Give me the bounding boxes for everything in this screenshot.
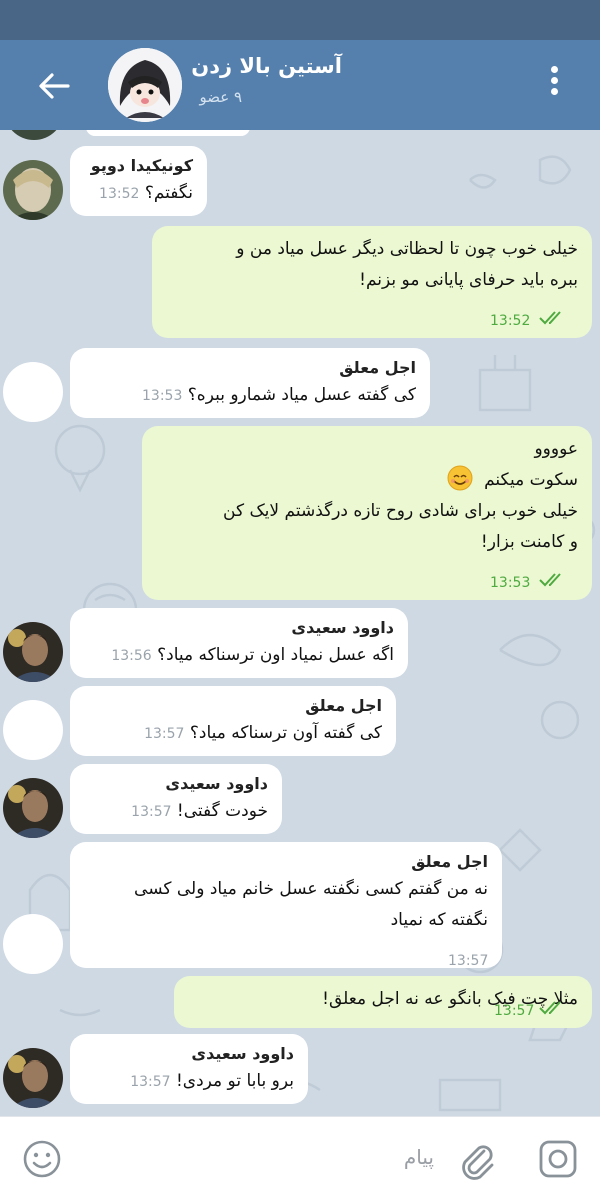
message-list[interactable]: کونیکیدا دوپو نگفتم؟ 13:52 خیلی خوب چون … — [0, 130, 600, 1116]
group-title[interactable]: آستین بالا زدن — [191, 54, 342, 78]
sender-name: اجل معلق — [339, 358, 416, 377]
message-time: 13:52 — [490, 313, 531, 329]
message-time: 13:53 — [142, 388, 183, 404]
message-text-line2: ببره باید حرفای پایانی مو بزنم! — [359, 270, 578, 290]
message-time: 13:57 — [448, 953, 489, 969]
sender-name: کونیکیدا دوپو — [90, 156, 193, 175]
message-bubble[interactable]: اجل معلق کی گفته آون ترسناکه میاد؟ 13:57 — [70, 686, 396, 756]
message-text: خودت گفتی! — [176, 801, 268, 821]
avatar-kunikida[interactable] — [3, 160, 63, 220]
message-text: خیلی خوب چون تا لحظاتی دیگر عسل میاد من … — [236, 239, 578, 259]
back-button[interactable] — [34, 66, 74, 106]
message-time: 13:52 — [99, 186, 140, 202]
message-time: 13:57 — [144, 726, 185, 742]
message-bubble-partial — [86, 130, 250, 136]
message-bubble[interactable]: داوود سعیدی خودت گفتی! 13:57 — [70, 764, 282, 834]
more-vert-icon — [550, 66, 558, 73]
message-line-3: خیلی خوب برای شادی روح تازه درگذشتم لایک… — [223, 501, 578, 521]
group-avatar[interactable] — [108, 48, 182, 122]
emoji-icon — [23, 1140, 61, 1178]
sender-name: داوود سعیدی — [191, 1044, 294, 1063]
camera-icon — [539, 1140, 577, 1178]
message-bubble[interactable]: اجل معلق نه من گفتم کسی نگفته عسل خانم م… — [70, 842, 502, 969]
message-text: برو بابا تو مردی! — [175, 1071, 294, 1091]
message-input[interactable]: پیام — [404, 1145, 434, 1169]
message-line-1: عوووو — [534, 439, 578, 459]
message-bubble-outgoing[interactable]: خیلی خوب چون تا لحظاتی دیگر عسل میاد من … — [152, 226, 592, 338]
chat-header: آستین بالا زدن ۹ عضو — [0, 40, 600, 130]
member-count: ۹ عضو — [199, 88, 242, 106]
message-text: نگفتم؟ — [144, 183, 193, 203]
message-composer: پیام — [0, 1116, 600, 1200]
message-text: کی گفته آون ترسناکه میاد؟ — [189, 723, 382, 743]
message-bubble-outgoing[interactable]: عوووو سکوت میکنم خیلی خوب برای شادی روح … — [142, 426, 592, 600]
avatar-davood[interactable] — [3, 622, 63, 682]
double-check-icon — [539, 573, 561, 587]
message-time: 13:57 — [494, 1003, 535, 1019]
more-menu-button[interactable] — [544, 62, 564, 108]
message-time: 13:57 — [131, 804, 172, 820]
avatar-ajal[interactable] — [3, 362, 63, 422]
message-time: 13:56 — [111, 648, 152, 664]
message-text: کی گفته عسل میاد شمارو ببره؟ — [187, 385, 416, 405]
message-text: اگه عسل نمیاد اون ترسناکه میاد؟ — [157, 645, 394, 665]
message-bubble[interactable]: اجل معلق کی گفته عسل میاد شمارو ببره؟ 13… — [70, 348, 430, 418]
message-line-4: و کامنت بزار! — [480, 532, 578, 552]
avatar-davood[interactable] — [3, 778, 63, 838]
attach-button[interactable] — [454, 1137, 498, 1181]
avatar-ajal[interactable] — [3, 914, 63, 974]
message-text-line2: نگفته که نمیاد — [390, 910, 488, 930]
message-bubble[interactable]: داوود سعیدی اگه عسل نمیاد اون ترسناکه می… — [70, 608, 408, 678]
message-time: 13:57 — [130, 1074, 171, 1090]
back-arrow-icon — [39, 73, 70, 99]
message-bubble[interactable]: داوود سعیدی برو بابا تو مردی! 13:57 — [70, 1034, 308, 1104]
sender-name: اجل معلق — [305, 696, 382, 715]
double-check-icon — [539, 311, 561, 325]
message-text: نه من گفتم کسی نگفته عسل خانم میاد ولی ک… — [134, 879, 488, 899]
double-check-icon — [539, 1001, 561, 1015]
smile-emoji-icon — [447, 465, 473, 491]
message-bubble[interactable]: کونیکیدا دوپو نگفتم؟ 13:52 — [70, 146, 207, 216]
sender-name: اجل معلق — [411, 852, 488, 871]
avatar-davood[interactable] — [3, 1048, 63, 1108]
attach-icon — [462, 1145, 494, 1180]
message-time: 13:53 — [490, 575, 531, 591]
emoji-button[interactable] — [20, 1137, 64, 1181]
avatar-ajal[interactable] — [3, 700, 63, 760]
camera-button[interactable] — [536, 1137, 580, 1181]
message-bubble-outgoing[interactable]: مثلا چت فیک بانگو عه نه اجل معلق! 13:57 — [174, 976, 592, 1028]
status-bar — [0, 0, 600, 40]
sender-name: داوود سعیدی — [165, 774, 268, 793]
message-line-2: سکوت میکنم — [484, 470, 578, 490]
sender-name: داوود سعیدی — [291, 618, 394, 637]
